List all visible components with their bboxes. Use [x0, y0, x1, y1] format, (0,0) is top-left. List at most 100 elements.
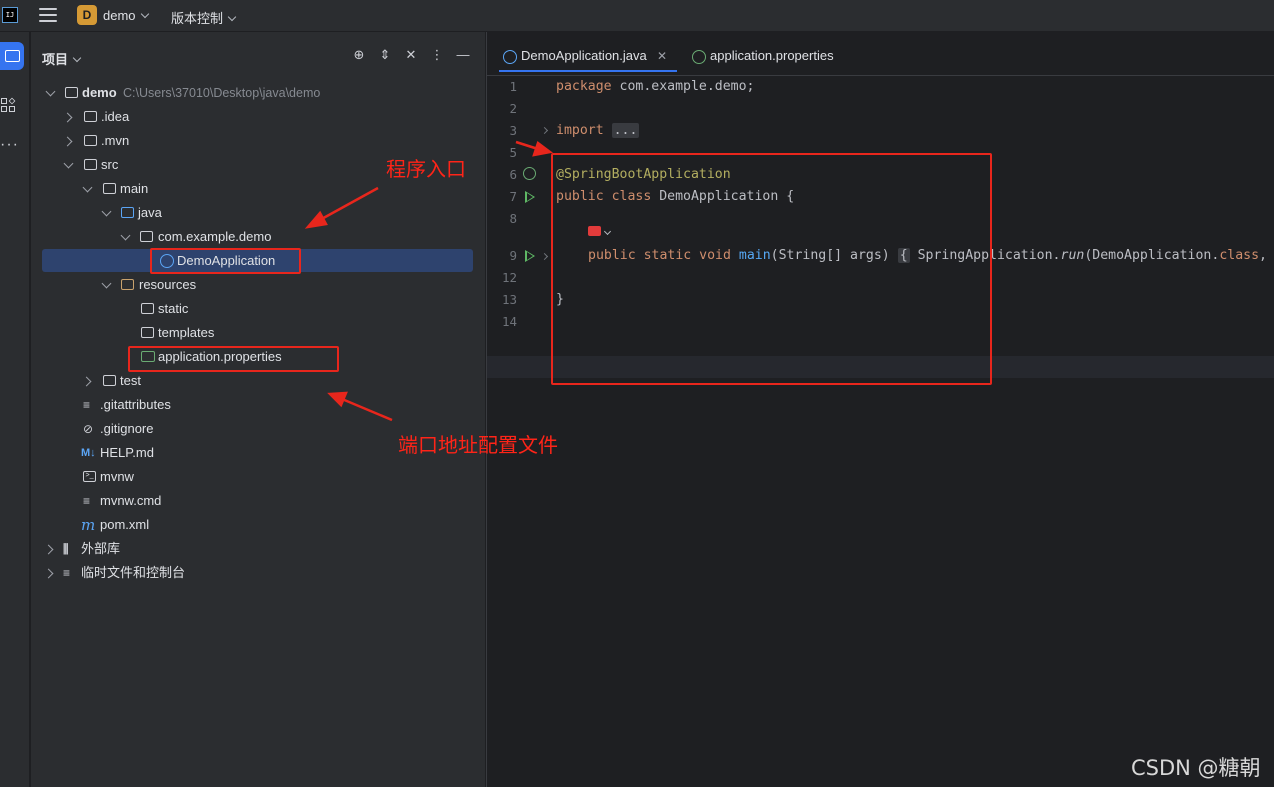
close-icon[interactable]: ✕	[657, 42, 667, 70]
chevron-down-icon[interactable]	[45, 86, 56, 97]
tree-item-main[interactable]: main	[82, 178, 383, 200]
spring-properties-icon	[692, 50, 706, 64]
spring-bean-gutter-icon[interactable]	[523, 167, 536, 180]
tree-label: java	[138, 205, 162, 220]
line-number: 8	[509, 211, 517, 226]
fold-chevron-icon[interactable]	[540, 252, 549, 261]
line-number: 6	[509, 167, 517, 182]
tree-item-pom-xml[interactable]: m pom.xml	[81, 514, 383, 536]
line-number: 1	[509, 79, 517, 94]
chevron-down-icon[interactable]	[120, 230, 131, 241]
line-number: 3	[509, 123, 517, 138]
tree-item-mvnw-cmd[interactable]: ≡ mvnw.cmd	[83, 490, 383, 512]
tree-item-package[interactable]: com.example.demo	[120, 226, 421, 248]
line-number: 7	[509, 189, 517, 204]
folder-icon	[84, 159, 97, 170]
tree-item-gitattributes[interactable]: ≡ .gitattributes	[83, 394, 383, 416]
options-icon[interactable]: ⋮	[429, 47, 445, 63]
tree-item-java[interactable]: java	[101, 202, 402, 224]
ignore-file-icon: ⊘	[83, 422, 94, 436]
tree-item-external-libraries[interactable]: ⫼ 外部库	[43, 538, 345, 560]
chevron-down-icon[interactable]	[101, 278, 112, 289]
code-text: ,	[1259, 248, 1267, 263]
hide-panel-icon[interactable]: —	[455, 47, 471, 63]
line-number: 5	[509, 145, 517, 160]
tree-item-static[interactable]: static	[140, 298, 400, 320]
title-bar: IJ D demo 版本控制	[0, 0, 1274, 32]
chevron-right-icon[interactable]	[62, 136, 73, 147]
vcs-menu-label: 版本控制	[171, 11, 224, 26]
chevron-down-icon	[140, 9, 149, 19]
chevron-down-icon[interactable]	[63, 158, 74, 169]
project-view-selector[interactable]: 项目	[42, 49, 82, 68]
tree-label: main	[120, 181, 149, 196]
project-switcher[interactable]: demo	[103, 8, 149, 23]
structure-tool-icon[interactable]	[1, 97, 19, 116]
tree-label: static	[158, 301, 189, 316]
code-line-3: import ...	[556, 123, 640, 138]
main-menu-icon[interactable]	[39, 8, 57, 22]
project-path: C:\Users\37010\Desktop\java\demo	[123, 86, 321, 100]
tab-application-properties[interactable]: application.properties	[688, 42, 834, 72]
folded-imports[interactable]: ...	[611, 123, 640, 138]
tree-item-mvnw[interactable]: >_ mvnw	[83, 466, 383, 488]
chevron-right-icon[interactable]	[43, 544, 54, 555]
tree-item-help-md[interactable]: M↓ HELP.md	[81, 442, 383, 464]
tree-label: demo	[82, 85, 117, 100]
fold-chevron-icon[interactable]	[540, 126, 549, 135]
project-name-label: demo	[103, 8, 136, 23]
tree-item-scratches[interactable]: ≡ 临时文件和控制台	[43, 562, 345, 584]
library-icon: ⫼	[63, 542, 69, 556]
run-gutter-icon[interactable]	[525, 191, 535, 203]
chevron-right-icon[interactable]	[62, 112, 73, 123]
run-gutter-icon[interactable]	[525, 250, 535, 262]
tree-item-demo[interactable]: demo C:\Users\37010\Desktop\java\demo	[45, 82, 465, 104]
tree-item-src[interactable]: src	[63, 154, 364, 176]
folder-icon	[84, 111, 97, 122]
chevron-down-icon	[227, 12, 237, 22]
tree-label: src	[101, 157, 119, 172]
locate-file-icon[interactable]: ⊕	[351, 47, 367, 63]
highlight-box-application-properties	[128, 346, 339, 372]
expand-all-icon[interactable]: ⇕	[377, 47, 393, 63]
intellij-logo-icon: IJ	[2, 7, 18, 23]
project-panel: 项目 ⊕ ⇕ ✕ ⋮ — demo C:\Users\37010\Desktop…	[31, 32, 485, 787]
code-text: com.example.demo;	[611, 79, 755, 94]
line-number: 12	[501, 270, 517, 285]
tree-label: templates	[158, 325, 215, 340]
folder-icon	[103, 375, 116, 386]
tree-item-templates[interactable]: templates	[140, 322, 400, 344]
tree-item-mvn[interactable]: .mvn	[62, 130, 364, 152]
scratches-icon: ≡	[63, 566, 71, 580]
code-text: (DemoApplication.	[1084, 248, 1220, 263]
tree-item-idea[interactable]: .idea	[62, 106, 364, 128]
keyword: import	[556, 123, 604, 138]
vcs-menu[interactable]: 版本控制	[171, 8, 237, 27]
editor: DemoApplication.java ✕ application.prope…	[486, 32, 1274, 787]
tree-label: .idea	[101, 109, 130, 124]
spring-boot-class-icon	[503, 50, 517, 64]
folder-icon	[103, 183, 116, 194]
annotation-label-entry: 程序入口	[386, 157, 466, 181]
line-number: 14	[501, 314, 517, 329]
collapse-all-icon[interactable]: ✕	[403, 47, 419, 63]
method-call: run	[1060, 248, 1085, 263]
tab-demo-application-java[interactable]: DemoApplication.java ✕	[499, 42, 677, 72]
folder-icon	[84, 135, 97, 146]
panel-toolbar: ⊕ ⇕ ✕ ⋮ —	[351, 47, 471, 63]
project-badge[interactable]: D	[77, 5, 97, 25]
project-tool-icon[interactable]	[0, 42, 24, 70]
tree-item-test[interactable]: test	[81, 370, 383, 392]
chevron-right-icon[interactable]	[43, 568, 54, 579]
chevron-right-icon[interactable]	[81, 376, 92, 387]
tree-item-resources[interactable]: resources	[101, 274, 402, 296]
tree-item-gitignore[interactable]: ⊘ .gitignore	[83, 418, 383, 440]
tree-label: com.example.demo	[158, 229, 272, 244]
line-number: 13	[501, 292, 517, 307]
more-tools-icon[interactable]: ···	[0, 137, 19, 153]
text-file-icon: ≡	[83, 494, 91, 508]
watermark: CSDN @糖朝	[1131, 756, 1261, 780]
chevron-down-icon[interactable]	[101, 206, 112, 217]
chevron-down-icon[interactable]	[82, 182, 93, 193]
panel-title: 项目	[42, 52, 69, 67]
